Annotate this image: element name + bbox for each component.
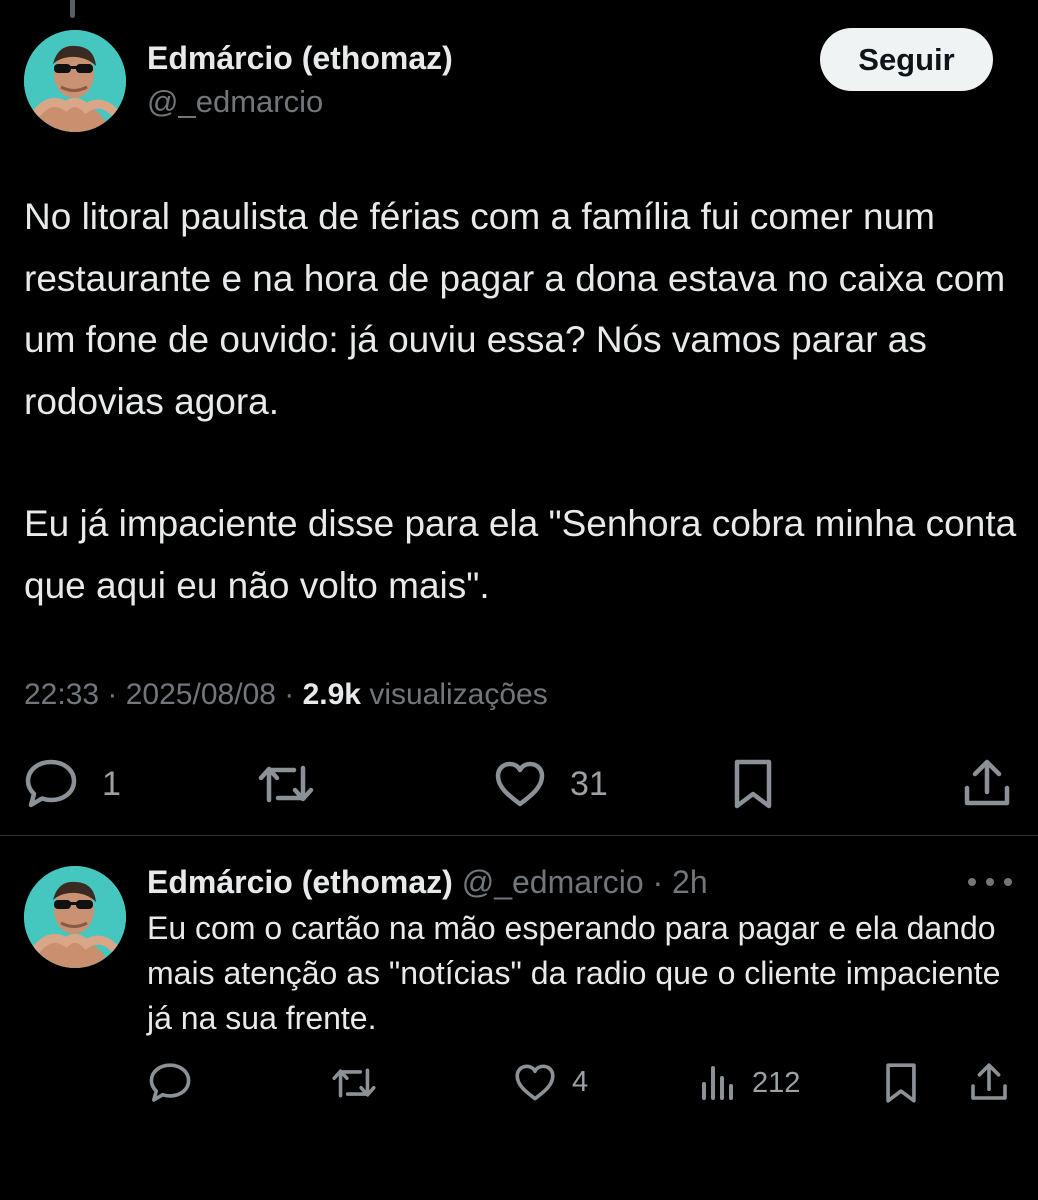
retweet-button[interactable] bbox=[256, 760, 316, 808]
reply-header: Edmárcio (ethomaz) @_edmarcio · 2h bbox=[147, 864, 708, 901]
more-dot bbox=[1004, 878, 1012, 886]
reply-count: 1 bbox=[102, 764, 121, 803]
views-count: 212 bbox=[752, 1066, 801, 1099]
avatar-photo bbox=[24, 866, 126, 968]
avatar-photo bbox=[24, 30, 126, 132]
share-icon bbox=[964, 759, 1010, 806]
like-button[interactable]: 4 bbox=[514, 1063, 588, 1102]
views-count: 2.9k bbox=[302, 678, 361, 711]
like-icon bbox=[495, 761, 545, 807]
divider bbox=[0, 835, 1038, 836]
retweet-icon bbox=[258, 765, 314, 803]
reply-time[interactable]: 2h bbox=[672, 864, 708, 900]
like-count: 4 bbox=[572, 1066, 589, 1098]
tweet-body: No litoral paulista de férias com a famí… bbox=[24, 186, 1019, 616]
author-display-name[interactable]: Edmárcio (ethomaz) bbox=[147, 40, 453, 77]
reply-body: Eu com o cartão na mão esperando para pa… bbox=[147, 910, 1001, 1036]
views-icon bbox=[702, 1066, 733, 1100]
reply-author-name[interactable]: Edmárcio (ethomaz) bbox=[147, 864, 453, 900]
tweet-date[interactable]: 2025/08/08 bbox=[126, 678, 276, 711]
author-handle[interactable]: @_edmarcio bbox=[147, 84, 323, 120]
more-dot bbox=[986, 878, 994, 886]
follow-button[interactable]: Seguir bbox=[820, 28, 993, 91]
like-count: 31 bbox=[570, 764, 608, 803]
reply-button[interactable] bbox=[148, 1062, 192, 1104]
thread-connector-line bbox=[70, 0, 75, 18]
more-dot bbox=[968, 878, 976, 886]
share-icon bbox=[971, 1063, 1007, 1100]
tweet-detail-view: Edmárcio (ethomaz) @_edmarcio Seguir No … bbox=[0, 0, 1038, 1200]
reply-button[interactable]: 1 bbox=[24, 758, 121, 810]
tweet-paragraph: Eu já impaciente disse para ela "Senhora… bbox=[24, 503, 1017, 606]
more-icon[interactable] bbox=[968, 868, 1012, 896]
retweet-icon bbox=[332, 1068, 376, 1098]
views-button[interactable]: 212 bbox=[700, 1064, 800, 1102]
bookmark-icon bbox=[734, 759, 772, 809]
avatar[interactable] bbox=[24, 866, 126, 968]
reply-icon bbox=[25, 759, 77, 808]
tweet-paragraph: No litoral paulista de férias com a famí… bbox=[24, 196, 1006, 422]
meta-separator: · bbox=[284, 678, 303, 711]
share-button[interactable] bbox=[969, 1062, 1009, 1102]
meta-separator: · bbox=[107, 678, 126, 711]
like-button[interactable]: 31 bbox=[494, 760, 608, 808]
like-icon bbox=[515, 1064, 555, 1101]
bookmark-icon bbox=[886, 1063, 916, 1103]
bookmark-button[interactable] bbox=[884, 1062, 918, 1104]
reply-author-handle[interactable]: @_edmarcio bbox=[462, 864, 644, 900]
views-label: visualizações bbox=[369, 678, 548, 711]
tweet-time[interactable]: 22:33 bbox=[24, 678, 99, 711]
retweet-button[interactable] bbox=[330, 1064, 378, 1102]
bookmark-button[interactable] bbox=[732, 758, 774, 810]
meta-separator: · bbox=[643, 864, 673, 900]
share-button[interactable] bbox=[962, 758, 1012, 808]
avatar[interactable] bbox=[24, 30, 126, 132]
reply-icon bbox=[149, 1063, 191, 1102]
tweet-metadata: 22:33 · 2025/08/08 · 2.9k visualizações bbox=[24, 678, 548, 712]
